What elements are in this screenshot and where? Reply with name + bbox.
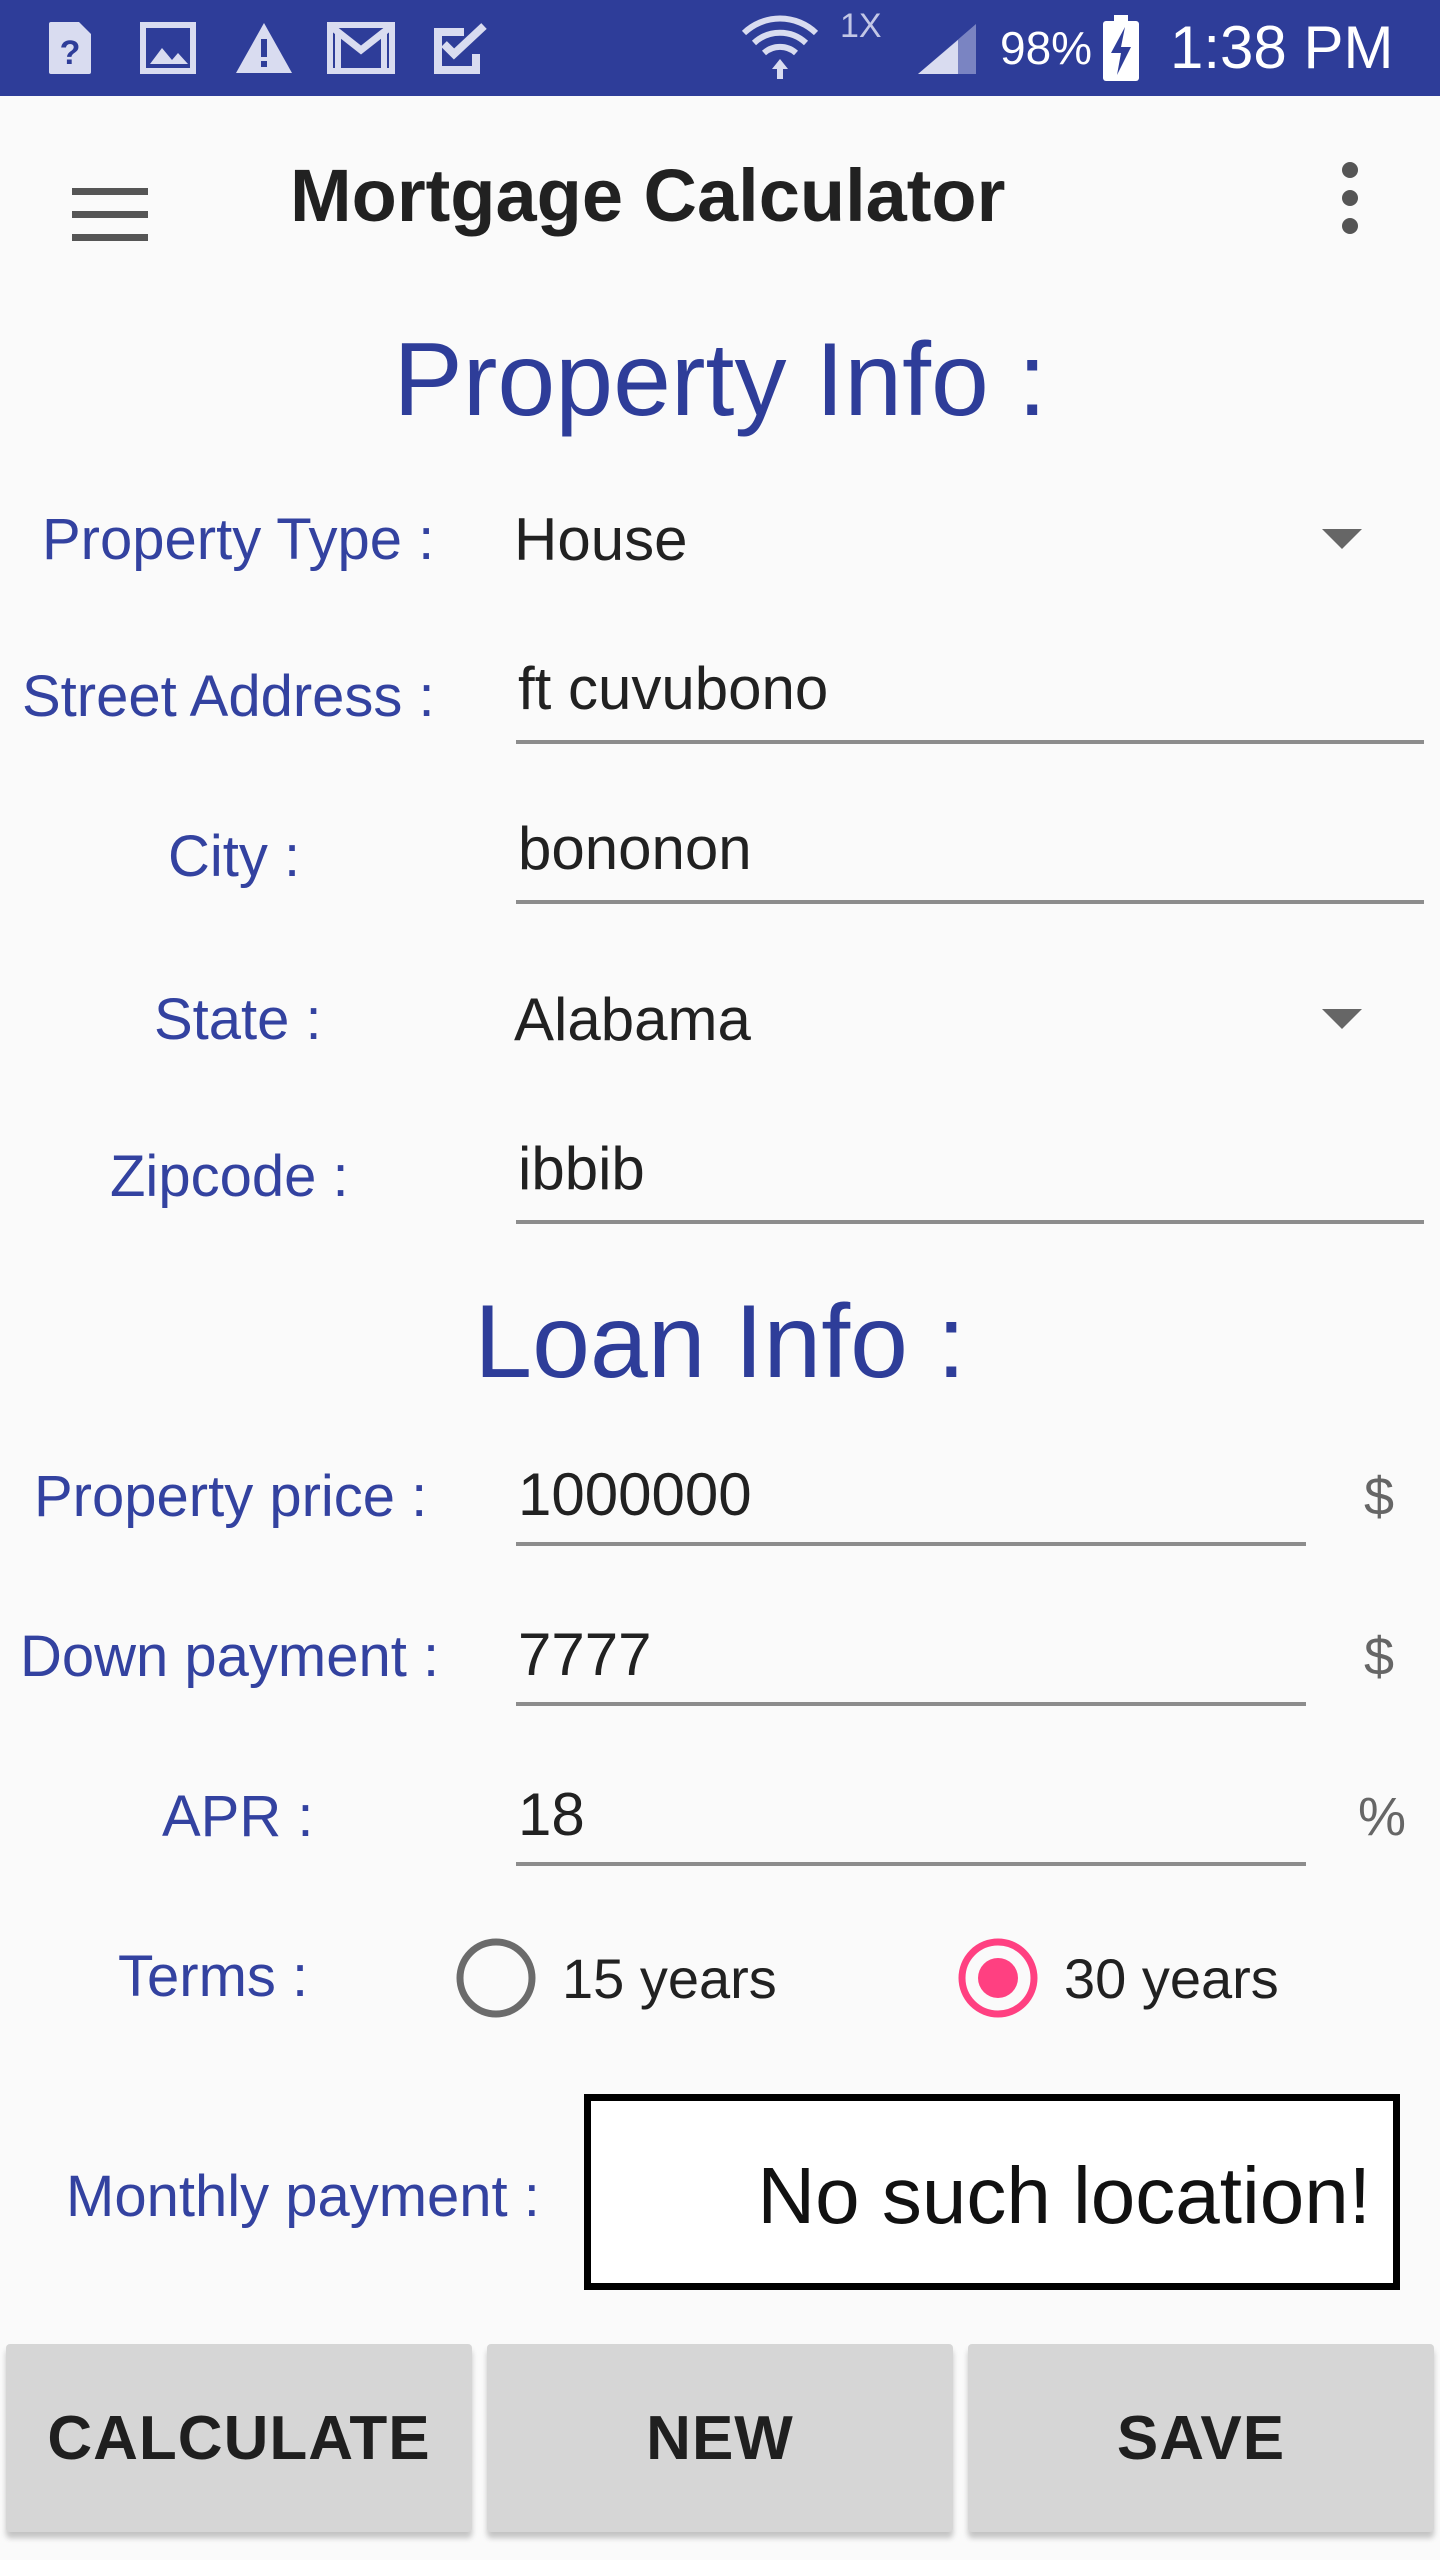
- radio-15-years[interactable]: 15 years: [456, 1936, 796, 2020]
- radio-unchecked-icon: [456, 1938, 536, 2018]
- zipcode-underline: [516, 1220, 1424, 1224]
- property-price-label: Property price :: [34, 1464, 428, 1529]
- radio-checked-icon: [958, 1938, 1038, 2018]
- wifi-icon: [738, 15, 822, 79]
- hamburger-menu-icon[interactable]: [50, 158, 170, 278]
- zipcode-label: Zipcode :: [110, 1144, 349, 1209]
- dropdown-arrow-icon: [1320, 527, 1364, 556]
- signal-strength-icon: [910, 18, 984, 78]
- down-payment-value: 7777: [518, 1621, 652, 1688]
- loan-info-heading: Loan Info :: [474, 1284, 966, 1400]
- monthly-payment-label: Monthly payment :: [66, 2164, 540, 2229]
- status-bar: ? 1X 98% 1:38 PM: [0, 0, 1440, 96]
- property-price-value: 1000000: [518, 1461, 752, 1528]
- city-underline: [516, 900, 1424, 904]
- monthly-payment-result-box: No such location!: [584, 2094, 1400, 2290]
- warning-icon: [232, 18, 296, 78]
- dropdown-arrow-icon: [1320, 1007, 1364, 1036]
- percent-unit: %: [1358, 1787, 1407, 1847]
- street-address-label: Street Address :: [22, 664, 435, 729]
- zipcode-field[interactable]: ibbib: [516, 1130, 1424, 1230]
- apr-label: APR :: [162, 1784, 314, 1849]
- city-field[interactable]: bononon: [516, 810, 1424, 910]
- down-payment-underline: [516, 1702, 1306, 1706]
- radio-30-years-label: 30 years: [1064, 1947, 1279, 2010]
- help-document-icon: ?: [40, 18, 100, 78]
- property-type-spinner[interactable]: House: [510, 495, 1390, 585]
- clock: 1:38 PM: [1170, 14, 1394, 81]
- svg-text:?: ?: [60, 34, 81, 72]
- app-bar: Mortgage Calculator: [0, 96, 1440, 296]
- street-address-value: ft cuvubono: [518, 655, 829, 722]
- apr-value: 18: [518, 1781, 585, 1848]
- property-type-value: House: [514, 506, 688, 573]
- currency-unit: $: [1364, 1467, 1395, 1527]
- new-button[interactable]: NEW: [487, 2344, 953, 2532]
- state-value: Alabama: [514, 986, 751, 1053]
- street-address-field[interactable]: ft cuvubono: [516, 650, 1424, 750]
- more-vert-icon[interactable]: [1300, 148, 1400, 248]
- city-value: bononon: [518, 815, 752, 882]
- radio-15-years-label: 15 years: [562, 1947, 777, 2010]
- zipcode-value: ibbib: [518, 1135, 645, 1202]
- gmail-icon: [326, 18, 396, 78]
- battery-percent: 98%: [1000, 22, 1093, 74]
- apr-underline: [516, 1862, 1306, 1866]
- property-type-label: Property Type :: [42, 507, 435, 572]
- property-price-underline: [516, 1542, 1306, 1546]
- image-icon: [136, 18, 200, 78]
- app-title: Mortgage Calculator: [290, 154, 1006, 237]
- task-check-icon: [428, 18, 492, 78]
- currency-unit: $: [1364, 1627, 1395, 1687]
- monthly-payment-result: No such location!: [757, 2151, 1371, 2240]
- property-info-heading: Property Info :: [393, 322, 1047, 438]
- city-label: City :: [168, 824, 301, 889]
- property-price-field[interactable]: 1000000: [516, 1460, 1306, 1560]
- down-payment-field[interactable]: 7777: [516, 1620, 1306, 1720]
- street-address-underline: [516, 740, 1424, 744]
- state-spinner[interactable]: Alabama: [510, 975, 1390, 1065]
- radio-30-years[interactable]: 30 years: [958, 1936, 1298, 2020]
- battery-charging-icon: [1098, 15, 1144, 81]
- state-label: State :: [154, 987, 322, 1052]
- network-type-label: 1X: [840, 7, 882, 45]
- save-button[interactable]: SAVE: [968, 2344, 1434, 2532]
- terms-label: Terms :: [118, 1944, 309, 2009]
- down-payment-label: Down payment :: [20, 1624, 440, 1689]
- apr-field[interactable]: 18: [516, 1780, 1306, 1880]
- calculate-button[interactable]: CALCULATE: [6, 2344, 472, 2532]
